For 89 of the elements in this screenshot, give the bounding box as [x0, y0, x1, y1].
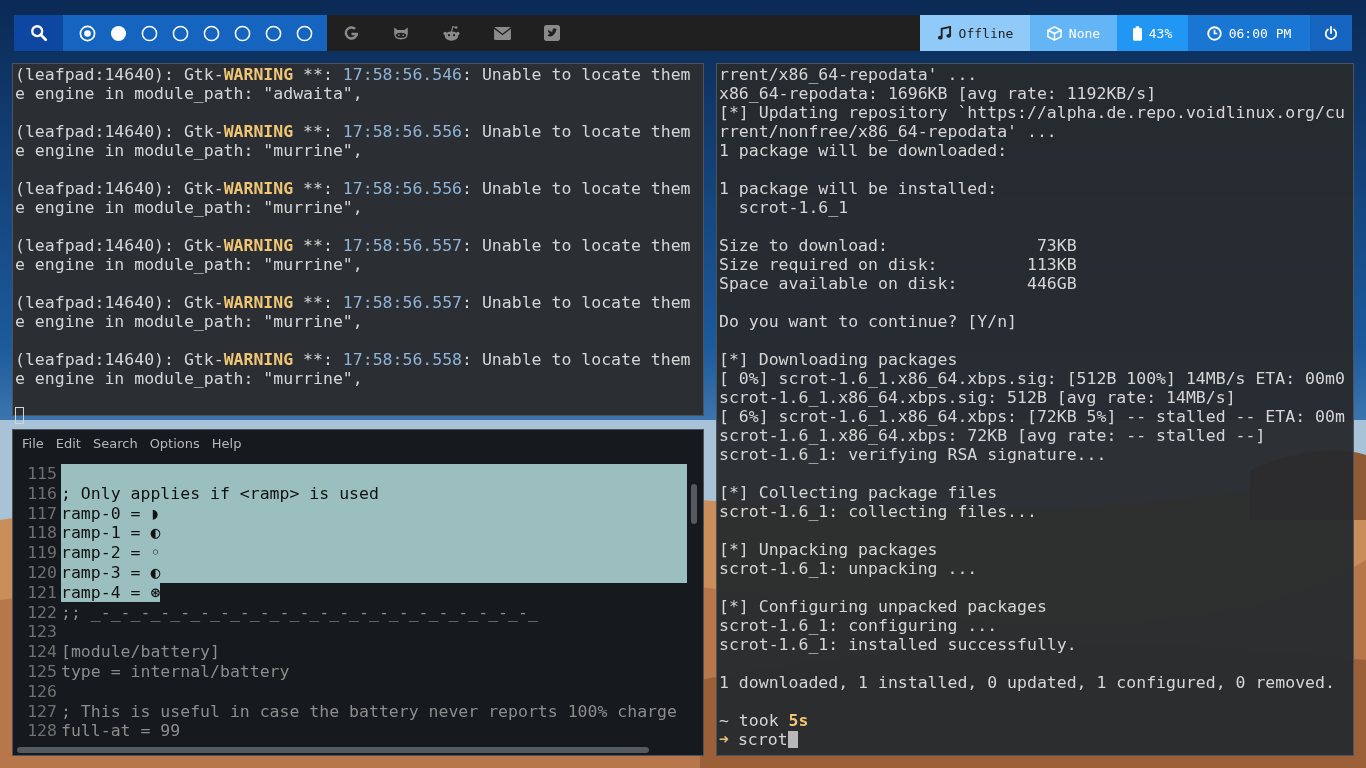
workspace-circle-icon[interactable] [172, 24, 189, 42]
search-button[interactable] [14, 15, 63, 51]
output-line: 1 downloaded, 1 installed, 0 updated, 1 configured, 0 removed. [719, 673, 1336, 692]
log-line: (leafpad:14640): Gtk-WARNING **: 17:58:56.556: Unable to locate them [15, 179, 692, 198]
power-icon[interactable] [1324, 26, 1338, 40]
output-line: rrent/x86_64-repodata' ... [719, 65, 979, 84]
line-number: 115 [26, 464, 58, 484]
log-line: (leafpad:14640): Gtk-WARNING **: 17:58:56.557: Unable to locate them [15, 293, 692, 312]
code-line: ;; _-_-_-_-_-_-_-_-_-_-_-_-_-_-_-_-_-_-_-_-_-_-_ [61, 602, 538, 622]
search-icon [29, 24, 48, 42]
line-number: 116 [26, 483, 58, 504]
music-note-icon [936, 25, 952, 41]
log-line: e engine in module_path: "adwaita", [15, 84, 364, 103]
command-text: scrot [737, 730, 788, 749]
module-label: 06:00 PM [1228, 25, 1292, 41]
line-number: 123 [26, 622, 58, 643]
workspace-circle-icon[interactable] [265, 24, 282, 42]
code-line: [module/battery] [61, 642, 220, 662]
output-line: rrent/nonfree/x86_64-repodata' ... [719, 122, 1058, 141]
menu-item[interactable]: Edit [50, 435, 88, 451]
alien-head-icon[interactable] [442, 24, 461, 42]
google-g-icon[interactable] [343, 24, 360, 42]
line-number: 119 [26, 543, 58, 563]
module-label: Offline [958, 25, 1014, 41]
log-line: e engine in module_path: "murrine", [15, 369, 364, 388]
code-line: ; This is useful in case the battery never reports 100% charge [61, 701, 677, 721]
log-line: (leafpad:14640): Gtk-WARNING **: 17:58:56.546: Unable to locate them [15, 65, 692, 84]
log-line: (leafpad:14640): Gtk-WARNING **: 17:58:56.558: Unable to locate them [15, 350, 692, 369]
menu-item[interactable]: Search [87, 435, 145, 451]
log-line: e engine in module_path: "murrine", [15, 255, 364, 274]
line-number: 125 [26, 661, 58, 682]
code-line: type = internal/battery [61, 661, 290, 681]
output-line: Do you want to continue? [Y/n] [719, 312, 1018, 331]
output-line: scrot-1.6_1: collecting files... [719, 502, 1038, 521]
menu-item[interactable]: Options [144, 435, 207, 451]
workspace-dot-icon[interactable] [79, 24, 96, 42]
workspace-circle-icon[interactable] [296, 24, 313, 42]
log-line: (leafpad:14640): Gtk-WARNING **: 17:58:56.557: Unable to locate them [15, 236, 692, 255]
output-line: scrot-1.6_1: unpacking ... [719, 559, 979, 578]
output-line: [*] Updating repository `https://alpha.de.repo.voidlinux.org/cu [719, 103, 1346, 122]
output-line: scrot-1.6_1.x86_64.xbps.sig: 512B [avg rate: 14MB/s] [719, 388, 1237, 407]
output-line: scrot-1.6_1: installed successfully. [719, 635, 1078, 654]
log-line: e engine in module_path: "murrine", [15, 312, 364, 331]
output-line: scrot-1.6_1: configuring ... [719, 616, 999, 635]
line-number: 118 [26, 523, 58, 544]
workspace-circle-icon[interactable] [203, 24, 220, 42]
code-line: full-at = 99 [61, 721, 181, 741]
text-cursor [787, 731, 798, 748]
line-number: 117 [26, 503, 58, 524]
menu-item[interactable]: Help [206, 435, 249, 451]
clock-icon [1206, 25, 1222, 41]
line-number: 127 [26, 701, 58, 722]
bird-square-icon[interactable] [544, 25, 560, 41]
output-line: [ 6%] scrot-1.6_1.x86_64.xbps: [72KB 5%] -- stalled -- ETA: 00m [719, 407, 1346, 426]
module-label: None [1068, 25, 1101, 41]
output-line: [*] Configuring unpacked packages [719, 597, 1048, 616]
log-line: (leafpad:14640): Gtk-WARNING **: 17:58:56.556: Unable to locate them [15, 122, 692, 141]
envelope-icon[interactable] [493, 25, 512, 41]
prompt-symbol: ➜ [719, 730, 729, 749]
line-number: 120 [26, 563, 58, 583]
module-label: 43% [1148, 25, 1173, 41]
output-line: scrot-1.6_1.x86_64.xbps: 72KB [avg rate: -- stalled --] [719, 426, 1267, 445]
line-number: 124 [26, 642, 58, 662]
prompt-status: ~ took 5s [719, 711, 810, 730]
line-number: 121 [26, 582, 58, 603]
output-line: [*] Collecting package files [719, 483, 999, 502]
workspace-circle-icon[interactable] [110, 24, 127, 42]
output-line: Size to download: 73KB [719, 236, 1078, 255]
output-line: scrot-1.6_1: verifying RSA signature... [719, 445, 1108, 464]
output-line: scrot-1.6_1 [737, 198, 850, 217]
output-line: [*] Downloading packages [719, 350, 959, 369]
workspace-circle-icon[interactable] [234, 24, 251, 42]
text-cursor [15, 407, 24, 424]
output-line: [*] Unpacking packages [719, 540, 939, 559]
log-line: e engine in module_path: "murrine", [15, 141, 364, 160]
menu-item[interactable]: File [17, 435, 51, 451]
output-line: Size required on disk: 113KB [719, 255, 1078, 274]
line-number: 122 [26, 602, 58, 623]
output-line: x86_64-repodata: 1696KB [avg rate: 1192KB/s] [719, 84, 1158, 103]
line-number: 126 [26, 681, 58, 702]
output-line: Space available on disk: 446GB [719, 274, 1078, 293]
output-line: [ 0%] scrot-1.6_1.x86_64.xbps.sig: [512B 100%] 14MB/s ETA: 00m0 [719, 369, 1346, 388]
workspace-circle-icon[interactable] [141, 24, 158, 42]
log-line: e engine in module_path: "murrine", [15, 198, 364, 217]
battery-icon [1132, 25, 1142, 41]
line-number: 128 [26, 721, 58, 742]
output-line: 1 package will be installed: [719, 179, 999, 198]
cube-icon [1046, 25, 1062, 41]
output-line: 1 package will be downloaded: [719, 141, 1009, 160]
